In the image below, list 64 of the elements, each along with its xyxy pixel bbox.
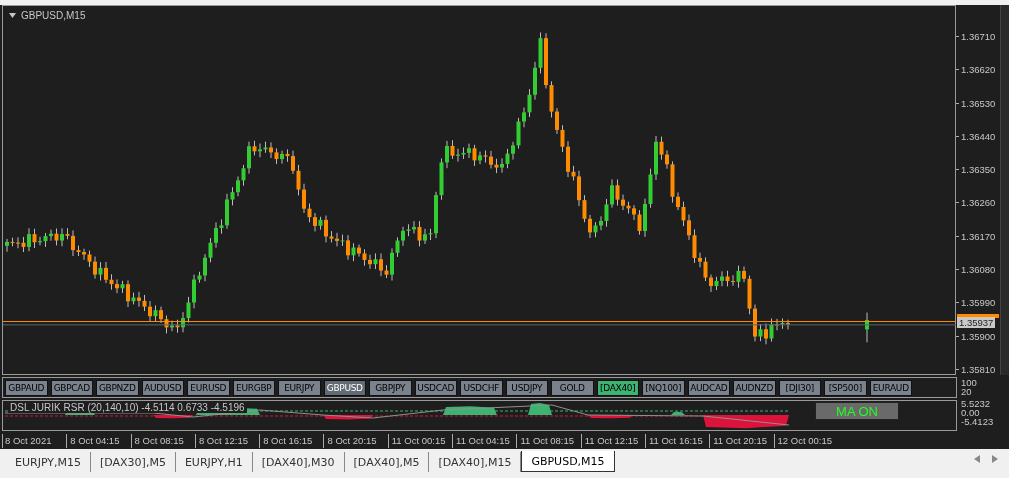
time-label: 8 Oct 16:15 (259, 434, 324, 448)
symbol-button[interactable]: EURAUD (869, 380, 912, 396)
scale-label: 20 (961, 387, 973, 396)
price-tick: 1.36080 (956, 264, 1000, 276)
time-label: 11 Oct 12:15 (580, 434, 645, 448)
chart-tab[interactable]: GBPUSD,M15 (521, 451, 615, 472)
chart-tab[interactable]: EURJPY,M15 (6, 452, 91, 472)
scale-label: 100 (961, 378, 978, 387)
time-label: 8 Oct 08:15 (130, 434, 195, 448)
time-label: 11 Oct 00:15 (387, 434, 453, 448)
symbol-button[interactable]: USDJPY (505, 380, 548, 396)
time-label: 8 Oct 12:15 (194, 434, 260, 448)
time-label: 8 Oct 20:15 (323, 434, 388, 448)
chart-tab[interactable]: EURJPY,H1 (175, 452, 253, 472)
symbol-button[interactable]: GBPCAD (50, 380, 93, 396)
price-tick: 1.36620 (956, 64, 1000, 76)
symbol-button[interactable]: GBPAUD (5, 380, 48, 396)
symbol-button[interactable]: AUDCAD (687, 380, 730, 396)
symbol-button[interactable]: [DJI30] (778, 380, 821, 396)
price-tick: 1.36440 (956, 130, 1000, 142)
chart-tab[interactable]: [DAX40],M30 (252, 452, 345, 472)
price-tick: 1.36170 (956, 230, 1000, 242)
price-tick: 1.35990 (956, 297, 1000, 309)
chart-tab[interactable]: [DAX30],M5 (91, 452, 176, 472)
symbol-button[interactable]: USDCAD (414, 380, 457, 396)
bid-label: 1.35937 (957, 317, 996, 328)
symbol-button[interactable]: [DAX40] (596, 380, 639, 396)
ma-button[interactable]: MA ON (815, 402, 899, 420)
scroll-left-icon[interactable] (974, 455, 980, 463)
candle (865, 312, 869, 343)
price-tick: 1.35810 (956, 363, 1000, 375)
price-tick: 1.35900 (956, 330, 1000, 342)
symbol-button[interactable]: USDCHF (460, 380, 503, 396)
scroll-right-icon[interactable] (992, 455, 998, 463)
price-tick: 1.36350 (956, 164, 1000, 176)
scale-label: -5.4123 (961, 417, 995, 426)
symbol-button[interactable]: GOLD (551, 380, 594, 396)
symbol-button[interactable]: [SP500] (824, 380, 867, 396)
price-tick: 1.36260 (956, 197, 1000, 209)
symbol-button[interactable]: GBPJPY (369, 380, 412, 396)
indicator-label: DSL JURIK RSR (20,140,10) -4.5114 0.6733 -4.5196 (8, 402, 247, 413)
time-label: 8 Oct 04:15 (66, 434, 131, 448)
symbol-button[interactable]: EURUSD (187, 380, 230, 396)
symbol-button[interactable]: [NQ100] (642, 380, 685, 396)
time-label: 12 Oct 00:15 (773, 434, 838, 448)
time-label: 11 Oct 20:15 (709, 434, 774, 448)
time-label: 11 Oct 08:15 (516, 434, 581, 448)
scale-label: 5.5232 (961, 399, 992, 408)
price-tick: 1.36530 (956, 97, 1000, 109)
chart-title: GBPUSD,M15 (21, 10, 86, 21)
scale-label: 0.00 (961, 408, 981, 417)
symbol-button[interactable]: GBPUSD (323, 380, 366, 396)
chart-tab[interactable]: [DAX40],M5 (344, 452, 430, 472)
symbol-button[interactable]: AUDNZD (733, 380, 776, 396)
time-label: 8 Oct 2021 (2, 434, 67, 448)
price-tick: 1.36710 (956, 31, 1000, 42)
symbol-button[interactable]: EURJPY (278, 380, 321, 396)
time-label: 11 Oct 04:15 (452, 434, 517, 448)
symbol-button[interactable]: EURGBP (232, 380, 275, 396)
symbol-button[interactable]: AUDUSD (141, 380, 184, 396)
scrollbar[interactable] (1000, 5, 1009, 375)
symbol-button[interactable]: GBPNZD (96, 380, 139, 396)
time-label: 11 Oct 16:15 (644, 434, 710, 448)
dropdown-icon[interactable] (9, 13, 16, 18)
